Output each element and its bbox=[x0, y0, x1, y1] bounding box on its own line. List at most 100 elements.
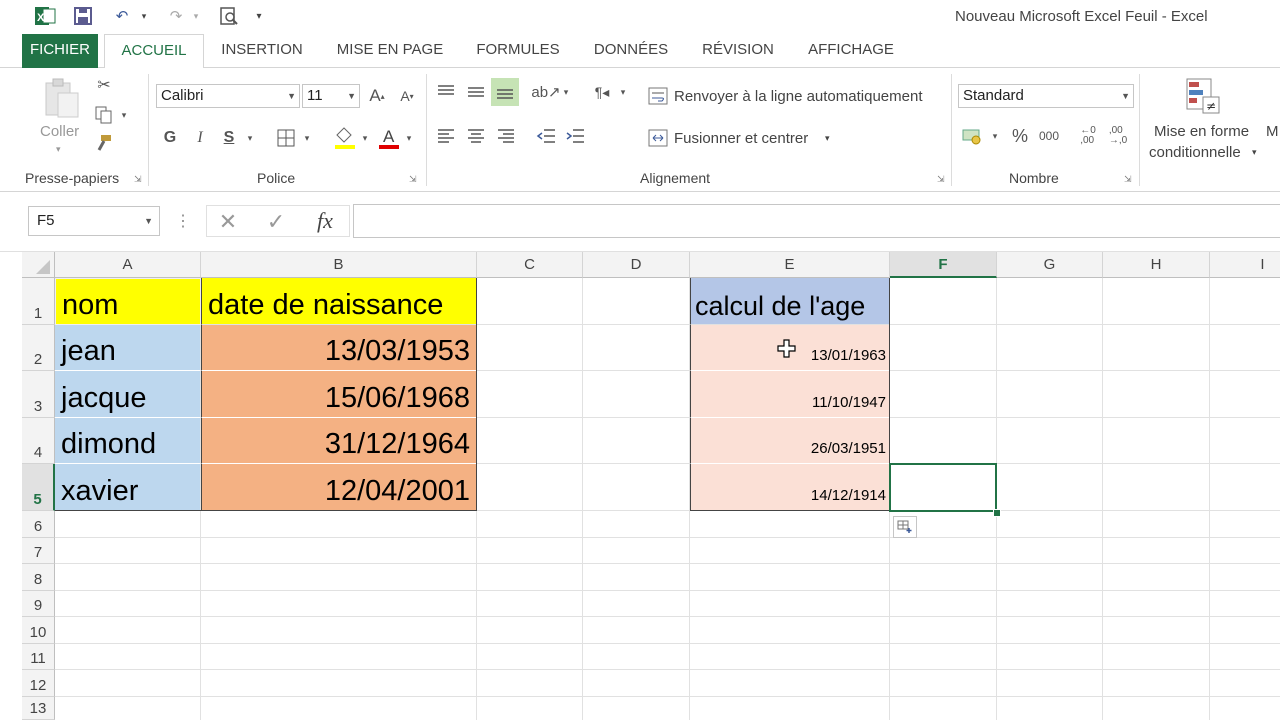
cell-b4[interactable]: 31/12/1964 bbox=[201, 418, 477, 464]
conditional-format-label-2[interactable]: conditionnelle bbox=[1149, 144, 1241, 161]
font-name-combo[interactable]: Calibri ▼ bbox=[156, 84, 300, 108]
paste-icon[interactable] bbox=[40, 76, 84, 120]
merge-dropdown-icon[interactable]: ▾ bbox=[825, 133, 830, 144]
row-header-4[interactable]: 4 bbox=[22, 418, 55, 464]
borders-icon[interactable] bbox=[274, 126, 298, 150]
cell-a3[interactable]: jacque bbox=[55, 371, 201, 418]
print-preview-icon[interactable] bbox=[216, 4, 242, 28]
redo-dropdown-icon[interactable]: ▾ bbox=[190, 4, 202, 28]
tab-insertion[interactable]: INSERTION bbox=[212, 34, 312, 68]
text-direction-dropdown-icon[interactable]: ▾ bbox=[617, 84, 629, 100]
cell-b5[interactable]: 12/04/2001 bbox=[201, 464, 477, 511]
tab-donnees[interactable]: DONNÉES bbox=[584, 34, 678, 68]
enter-icon[interactable]: ✓ bbox=[262, 208, 290, 236]
orientation-icon[interactable]: ab↗ bbox=[531, 80, 560, 104]
row-header-7[interactable]: 7 bbox=[22, 538, 55, 564]
decrease-decimal-icon[interactable]: ,00 →,0 bbox=[1106, 124, 1130, 148]
align-bottom-icon[interactable] bbox=[491, 78, 519, 106]
row-header-12[interactable]: 12 bbox=[22, 670, 55, 697]
cell-e3[interactable]: 11/10/1947 bbox=[690, 371, 890, 418]
cell-e4[interactable]: 26/03/1951 bbox=[690, 418, 890, 464]
row-header-9[interactable]: 9 bbox=[22, 591, 55, 617]
copy-icon[interactable] bbox=[93, 104, 115, 126]
increase-font-icon[interactable]: A ▴ bbox=[366, 84, 388, 108]
row-header-8[interactable]: 8 bbox=[22, 564, 55, 591]
cancel-icon[interactable]: ✕ bbox=[214, 208, 242, 236]
row-header-13[interactable]: 13 bbox=[22, 697, 55, 720]
borders-dropdown-icon[interactable]: ▾ bbox=[301, 130, 313, 146]
select-all-button[interactable] bbox=[22, 252, 55, 278]
font-launcher-icon[interactable]: ⇲ bbox=[409, 174, 419, 184]
column-header-b[interactable]: B bbox=[201, 252, 477, 278]
active-cell-f5[interactable] bbox=[889, 463, 997, 512]
undo-icon[interactable]: ↶ bbox=[108, 4, 136, 28]
tab-affichage[interactable]: AFFICHAGE bbox=[798, 34, 904, 68]
name-box[interactable]: F5 ▼ bbox=[28, 206, 160, 236]
row-header-3[interactable]: 3 bbox=[22, 371, 55, 418]
row-header-6[interactable]: 6 bbox=[22, 511, 55, 538]
text-direction-icon[interactable]: ¶◂ bbox=[590, 80, 614, 104]
accounting-dropdown-icon[interactable]: ▾ bbox=[989, 128, 1001, 144]
cell-b1[interactable]: date de naissance bbox=[201, 278, 477, 325]
percent-button[interactable]: % bbox=[1008, 124, 1032, 148]
cell-a2[interactable]: jean bbox=[55, 325, 201, 371]
font-color-dropdown-icon[interactable]: ▾ bbox=[403, 130, 415, 146]
insert-function-button[interactable]: fx bbox=[310, 206, 340, 236]
format-painter-icon[interactable] bbox=[93, 132, 115, 154]
underline-button[interactable]: S bbox=[219, 126, 239, 150]
increase-decimal-icon[interactable]: ←0,00 bbox=[1076, 124, 1100, 148]
paste-dropdown-icon[interactable]: ▾ bbox=[56, 144, 61, 155]
cell-a5[interactable]: xavier bbox=[55, 464, 201, 511]
align-top-icon[interactable] bbox=[434, 80, 458, 104]
decrease-font-icon[interactable]: A ▾ bbox=[396, 84, 418, 108]
cell-a1[interactable]: nom bbox=[55, 278, 201, 325]
row-header-1[interactable]: 1 bbox=[22, 278, 55, 325]
cell-b2[interactable]: 13/03/1953 bbox=[201, 325, 477, 371]
clipboard-launcher-icon[interactable]: ⇲ bbox=[134, 174, 144, 184]
row-header-5[interactable]: 5 bbox=[22, 464, 55, 511]
column-header-g[interactable]: G bbox=[997, 252, 1103, 278]
italic-button[interactable]: I bbox=[190, 126, 210, 150]
cell-e1[interactable]: calcul de l'age bbox=[690, 278, 890, 325]
bold-button[interactable]: G bbox=[160, 126, 180, 150]
tab-accueil[interactable]: ACCUEIL bbox=[104, 34, 204, 69]
number-format-combo[interactable]: Standard ▼ bbox=[958, 84, 1134, 108]
conditional-format-icon[interactable]: ≠ bbox=[1184, 76, 1224, 118]
row-header-11[interactable]: 11 bbox=[22, 644, 55, 670]
paste-label[interactable]: Coller bbox=[40, 123, 79, 140]
column-header-d[interactable]: D bbox=[583, 252, 690, 278]
wrap-text-icon[interactable] bbox=[646, 84, 670, 108]
cell-a4[interactable]: dimond bbox=[55, 418, 201, 464]
merge-center-icon[interactable] bbox=[646, 126, 670, 150]
tab-fichier[interactable]: FICHIER bbox=[22, 34, 98, 68]
align-right-icon[interactable] bbox=[494, 124, 518, 148]
paste-options-icon[interactable] bbox=[893, 516, 917, 538]
row-header-2[interactable]: 2 bbox=[22, 325, 55, 371]
tab-revision[interactable]: RÉVISION bbox=[694, 34, 782, 68]
column-header-f[interactable]: F bbox=[890, 252, 997, 278]
decrease-indent-icon[interactable] bbox=[534, 124, 558, 148]
tab-formules[interactable]: FORMULES bbox=[466, 34, 570, 68]
alignment-launcher-icon[interactable]: ⇲ bbox=[937, 174, 947, 184]
align-middle-icon[interactable] bbox=[464, 80, 488, 104]
formula-input[interactable] bbox=[353, 204, 1280, 238]
copy-dropdown-icon[interactable]: ▾ bbox=[118, 106, 130, 124]
increase-indent-icon[interactable] bbox=[563, 124, 587, 148]
customize-qat-icon[interactable]: ▾ bbox=[252, 4, 266, 28]
font-size-combo[interactable]: 11 ▼ bbox=[302, 84, 360, 108]
thousands-separator-button[interactable]: 000 bbox=[1036, 124, 1062, 148]
column-header-e[interactable]: E bbox=[690, 252, 890, 278]
underline-dropdown-icon[interactable]: ▾ bbox=[244, 130, 256, 146]
fill-color-icon[interactable] bbox=[332, 124, 358, 152]
cell-b3[interactable]: 15/06/1968 bbox=[201, 371, 477, 418]
cell-e5[interactable]: 14/12/1914 bbox=[690, 464, 890, 511]
excel-logo-icon[interactable]: X bbox=[32, 4, 58, 28]
align-left-icon[interactable] bbox=[434, 124, 458, 148]
orientation-dropdown-icon[interactable]: ▾ bbox=[560, 84, 572, 100]
number-launcher-icon[interactable]: ⇲ bbox=[1124, 174, 1134, 184]
more-options-icon[interactable]: ⋮ bbox=[175, 210, 191, 232]
column-header-h[interactable]: H bbox=[1103, 252, 1210, 278]
accounting-format-icon[interactable] bbox=[960, 124, 986, 148]
column-header-i[interactable]: I bbox=[1210, 252, 1280, 278]
undo-dropdown-icon[interactable]: ▾ bbox=[138, 4, 150, 28]
